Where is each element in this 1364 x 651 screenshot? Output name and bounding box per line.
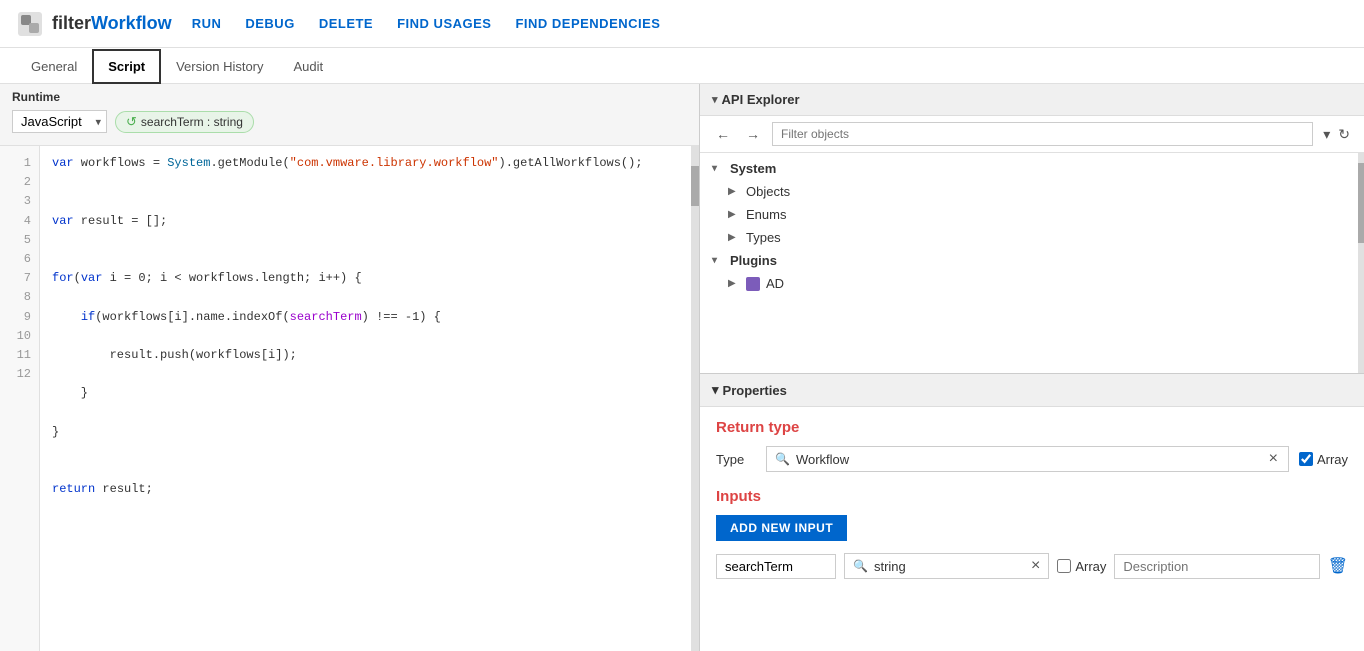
filter-options-btn[interactable]: ▾ xyxy=(1321,124,1332,145)
inputs-heading: Inputs xyxy=(716,488,1348,505)
type-value: Workflow xyxy=(796,452,1261,467)
tab-audit[interactable]: Audit xyxy=(279,50,339,83)
system-toggle: ▾ xyxy=(712,163,724,174)
nav-find-dependencies[interactable]: FIND DEPENDENCIES xyxy=(515,16,660,31)
tree-ad[interactable]: ▶ AD xyxy=(700,272,1364,295)
nav-forward-btn[interactable]: → xyxy=(742,124,764,144)
ad-toggle: ▶ xyxy=(728,278,740,289)
array-label: Array xyxy=(1317,452,1348,467)
tree-types[interactable]: ▶ Types xyxy=(700,226,1364,249)
tree-plugins[interactable]: ▾ Plugins xyxy=(700,249,1364,272)
main-layout: Runtime JavaScript ↺ searchTerm : string… xyxy=(0,84,1364,651)
type-clear-btn[interactable]: × xyxy=(1267,451,1280,467)
tab-bar: General Script Version History Audit xyxy=(0,48,1364,84)
tree-scrollbar-thumb xyxy=(1358,163,1364,243)
input-array-wrap: Array xyxy=(1057,559,1106,574)
top-nav: RUN DEBUG DELETE FIND USAGES FIND DEPEND… xyxy=(192,16,661,31)
code-content[interactable]: var workflows = System.getModule("com.vm… xyxy=(40,146,691,651)
nav-debug[interactable]: DEBUG xyxy=(245,16,294,31)
refresh-btn[interactable]: ↻ xyxy=(1336,124,1352,145)
param-tag-icon: ↺ xyxy=(126,114,137,130)
plugins-label: Plugins xyxy=(730,253,777,268)
input-description-field[interactable] xyxy=(1114,554,1319,579)
tab-general[interactable]: General xyxy=(16,50,92,83)
api-explorer: ▾ API Explorer ← → ▾ ↻ ▾ System xyxy=(700,84,1364,374)
tab-version-history[interactable]: Version History xyxy=(161,50,278,83)
api-explorer-title: API Explorer xyxy=(722,92,800,107)
input-name-field[interactable] xyxy=(716,554,836,579)
api-toolbar: ← → ▾ ↻ xyxy=(700,116,1364,153)
nav-find-usages[interactable]: FIND USAGES xyxy=(397,16,491,31)
param-tag: ↺ searchTerm : string xyxy=(115,111,254,133)
properties-panel: ▾ Properties Return type Type 🔍 Workflow… xyxy=(700,374,1364,651)
api-explorer-header[interactable]: ▾ API Explorer xyxy=(700,84,1364,116)
nav-delete[interactable]: DELETE xyxy=(319,16,373,31)
code-toolbar: Runtime JavaScript ↺ searchTerm : string xyxy=(0,84,699,146)
app-logo-icon xyxy=(16,10,44,38)
tree-objects[interactable]: ▶ Objects xyxy=(700,180,1364,203)
properties-chevron: ▾ xyxy=(712,382,719,398)
code-area: 12345 678910 1112 var workflows = System… xyxy=(0,146,699,651)
runtime-label: Runtime xyxy=(12,90,60,104)
input-type-value: string xyxy=(874,559,1025,574)
tab-script[interactable]: Script xyxy=(92,49,161,84)
tree-enums[interactable]: ▶ Enums xyxy=(700,203,1364,226)
input-type-search-icon: 🔍 xyxy=(853,559,868,573)
properties-body: Return type Type 🔍 Workflow × Array xyxy=(700,407,1364,651)
nav-run[interactable]: RUN xyxy=(192,16,222,31)
ad-label: AD xyxy=(766,276,784,291)
type-label: Type xyxy=(716,452,756,467)
app-logo: filterWorkflow xyxy=(16,10,172,38)
type-input-wrap[interactable]: 🔍 Workflow × xyxy=(766,446,1289,472)
properties-header[interactable]: ▾ Properties xyxy=(700,374,1364,407)
type-row: Type 🔍 Workflow × Array xyxy=(716,446,1348,472)
plugins-toggle: ▾ xyxy=(712,255,724,266)
app-title: filterWorkflow xyxy=(52,13,172,34)
type-search-icon: 🔍 xyxy=(775,452,790,466)
code-panel: Runtime JavaScript ↺ searchTerm : string… xyxy=(0,84,700,651)
code-scrollbar[interactable] xyxy=(691,146,699,651)
enums-label: Enums xyxy=(746,207,786,222)
input-row: 🔍 string × Array 🗑 xyxy=(716,553,1348,579)
tree-scrollbar[interactable] xyxy=(1358,153,1364,373)
objects-toggle: ▶ xyxy=(728,186,740,197)
code-scrollbar-thumb xyxy=(691,166,699,206)
return-type-section: Return type Type 🔍 Workflow × Array xyxy=(716,419,1348,472)
api-explorer-chevron: ▾ xyxy=(712,93,718,106)
objects-label: Objects xyxy=(746,184,790,199)
runtime-select[interactable]: JavaScript xyxy=(12,110,107,133)
filter-input-wrap xyxy=(772,122,1313,146)
top-bar: filterWorkflow RUN DEBUG DELETE FIND USA… xyxy=(0,0,1364,48)
enums-toggle: ▶ xyxy=(728,209,740,220)
filter-actions: ▾ ↻ xyxy=(1321,124,1352,145)
filter-input[interactable] xyxy=(772,122,1313,146)
input-delete-btn[interactable]: 🗑 xyxy=(1328,556,1348,576)
right-panel: ▾ API Explorer ← → ▾ ↻ ▾ System xyxy=(700,84,1364,651)
input-type-clear-btn[interactable]: × xyxy=(1031,558,1040,574)
input-type-wrap[interactable]: 🔍 string × xyxy=(844,553,1049,579)
types-toggle: ▶ xyxy=(728,232,740,243)
return-type-heading: Return type xyxy=(716,419,1348,436)
input-array-label: Array xyxy=(1075,559,1106,574)
array-check-wrap: Array xyxy=(1299,452,1348,467)
types-label: Types xyxy=(746,230,781,245)
ad-plugin-icon xyxy=(746,277,760,291)
array-checkbox[interactable] xyxy=(1299,452,1313,466)
add-new-input-button[interactable]: ADD NEW INPUT xyxy=(716,515,847,541)
runtime-select-wrapper[interactable]: JavaScript xyxy=(12,110,107,133)
system-label: System xyxy=(730,161,776,176)
properties-title: Properties xyxy=(723,383,787,398)
api-tree: ▾ System ▶ Objects ▶ Enums ▶ Types ▾ xyxy=(700,153,1364,373)
tree-system[interactable]: ▾ System xyxy=(700,157,1364,180)
line-numbers: 12345 678910 1112 xyxy=(0,146,40,651)
nav-back-btn[interactable]: ← xyxy=(712,124,734,144)
input-array-checkbox[interactable] xyxy=(1057,559,1071,573)
inputs-section: Inputs ADD NEW INPUT 🔍 string × Array xyxy=(716,488,1348,579)
